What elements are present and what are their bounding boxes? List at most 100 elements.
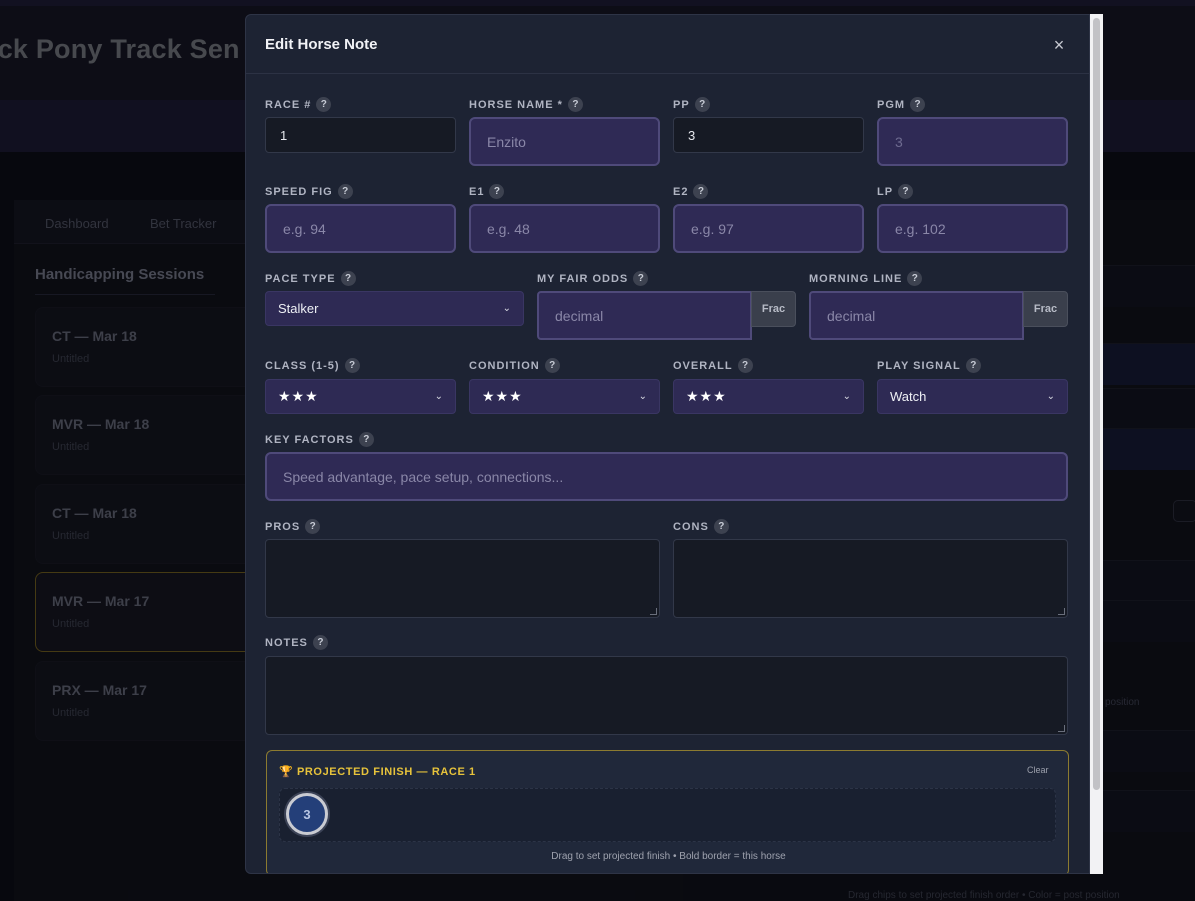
projected-finish-panel: 🏆 PROJECTED FINISH — RACE 1 Clear 3 Drag… (266, 750, 1069, 873)
key-factors-label-text: KEY FACTORS (265, 433, 354, 446)
fair-odds-label-text: MY FAIR ODDS (537, 272, 629, 285)
chevron-down-icon: ⌄ (842, 390, 851, 402)
help-icon[interactable]: ? (305, 519, 321, 534)
finish-drop-zone[interactable]: 3 (279, 788, 1056, 842)
help-icon[interactable]: ? (898, 184, 914, 199)
close-icon[interactable]: × (1049, 35, 1069, 55)
fair-odds-input[interactable]: decimal (537, 291, 752, 340)
horse-name-input[interactable]: Enzito (469, 117, 660, 166)
star-rating: ★★★ (482, 388, 523, 404)
pace-type-select[interactable]: Stalker ⌄ (265, 291, 524, 326)
resize-handle-icon[interactable] (650, 608, 657, 615)
help-icon[interactable]: ? (713, 519, 729, 534)
help-icon[interactable]: ? (489, 184, 505, 199)
e2-label: E2? (673, 184, 709, 199)
fair-odds-label: MY FAIR ODDS? (537, 271, 649, 286)
help-icon[interactable]: ? (567, 97, 583, 112)
clear-button[interactable]: Clear (1027, 765, 1049, 775)
pp-label-text: PP (673, 98, 690, 111)
projected-finish-hint: Drag to set projected finish • Bold bord… (551, 851, 786, 862)
e2-label-text: E2 (673, 185, 689, 198)
horse-name-label: HORSE NAME *? (469, 97, 583, 112)
e1-label-text: E1 (469, 185, 485, 198)
pace-type-value: Stalker (278, 301, 319, 316)
resize-handle-icon[interactable] (1058, 725, 1065, 732)
projected-finish-title: 🏆 PROJECTED FINISH — RACE 1 (279, 765, 476, 778)
pgm-label-text: PGM (877, 98, 906, 111)
help-icon[interactable]: ? (316, 97, 332, 112)
help-icon[interactable]: ? (633, 271, 649, 286)
speed-fig-label: SPEED FIG? (265, 184, 353, 199)
projected-finish-title-text: PROJECTED FINISH — RACE 1 (296, 766, 476, 778)
pp-label: PP? (673, 97, 710, 112)
help-icon[interactable]: ? (337, 184, 353, 199)
play-signal-select[interactable]: Watch ⌄ (877, 379, 1068, 414)
pace-type-label-text: PACE TYPE (265, 272, 336, 285)
help-icon[interactable]: ? (694, 97, 710, 112)
e1-input[interactable]: e.g. 48 (469, 204, 660, 253)
race-number-input[interactable]: 1 (265, 117, 456, 153)
overall-rating-select[interactable]: ★★★ ⌄ (673, 379, 864, 414)
overall-label-text: OVERALL (673, 359, 733, 372)
help-icon[interactable]: ? (312, 635, 328, 650)
help-icon[interactable]: ? (544, 358, 560, 373)
pgm-input[interactable]: 3 (877, 117, 1068, 166)
pros-label-text: PROS (265, 520, 301, 533)
play-signal-value: Watch (890, 389, 927, 404)
lp-label-text: LP (877, 185, 894, 198)
condition-label-text: CONDITION (469, 359, 540, 372)
pace-type-label: PACE TYPE? (265, 271, 356, 286)
morning-line-input[interactable]: decimal (809, 291, 1024, 340)
horse-chip[interactable]: 3 (286, 793, 328, 835)
key-factors-input[interactable]: Speed advantage, pace setup, connections… (265, 452, 1068, 501)
play-signal-label: PLAY SIGNAL? (877, 358, 981, 373)
chevron-down-icon: ⌄ (434, 390, 443, 402)
lp-input[interactable]: e.g. 102 (877, 204, 1068, 253)
notes-label: NOTES? (265, 635, 328, 650)
pp-input[interactable]: 3 (673, 117, 864, 153)
play-signal-label-text: PLAY SIGNAL (877, 359, 961, 372)
trophy-icon: 🏆 (279, 766, 294, 778)
speed-fig-label-text: SPEED FIG (265, 185, 333, 198)
overall-label: OVERALL? (673, 358, 753, 373)
pros-textarea[interactable] (265, 539, 660, 618)
help-icon[interactable]: ? (907, 271, 923, 286)
race-label-text: RACE # (265, 98, 312, 111)
class-rating-select[interactable]: ★★★ ⌄ (265, 379, 456, 414)
speed-fig-input[interactable]: e.g. 94 (265, 204, 456, 253)
edit-horse-note-modal: Edit Horse Note × RACE #? 1 HORSE NAME *… (245, 14, 1090, 874)
help-icon[interactable]: ? (340, 271, 356, 286)
pros-label: PROS? (265, 519, 321, 534)
cons-label: CONS? (673, 519, 729, 534)
notes-textarea[interactable] (265, 656, 1068, 735)
help-icon[interactable]: ? (965, 358, 981, 373)
condition-label: CONDITION? (469, 358, 560, 373)
morning-line-frac-toggle[interactable]: Frac (1023, 291, 1068, 327)
lp-label: LP? (877, 184, 914, 199)
pgm-label: PGM? (877, 97, 926, 112)
help-icon[interactable]: ? (737, 358, 753, 373)
class-label-text: CLASS (1-5) (265, 359, 340, 372)
chevron-down-icon: ⌄ (638, 390, 647, 402)
cons-textarea[interactable] (673, 539, 1068, 618)
star-rating: ★★★ (686, 388, 727, 404)
chevron-down-icon: ⌄ (502, 302, 511, 314)
help-icon[interactable]: ? (693, 184, 709, 199)
chevron-down-icon: ⌄ (1046, 390, 1055, 402)
help-icon[interactable]: ? (910, 97, 926, 112)
scrollbar-thumb[interactable] (1093, 18, 1100, 790)
fair-odds-frac-toggle[interactable]: Frac (751, 291, 796, 327)
cons-label-text: CONS (673, 520, 709, 533)
resize-handle-icon[interactable] (1058, 608, 1065, 615)
e2-input[interactable]: e.g. 97 (673, 204, 864, 253)
modal-title: Edit Horse Note (265, 36, 378, 53)
help-icon[interactable]: ? (344, 358, 360, 373)
help-icon[interactable]: ? (358, 432, 374, 447)
condition-rating-select[interactable]: ★★★ ⌄ (469, 379, 660, 414)
morning-line-label: MORNING LINE? (809, 271, 923, 286)
notes-label-text: NOTES (265, 636, 308, 649)
morning-line-label-text: MORNING LINE (809, 272, 903, 285)
horse-name-label-text: HORSE NAME * (469, 98, 563, 111)
modal-header: Edit Horse Note × (246, 15, 1089, 74)
race-label: RACE #? (265, 97, 332, 112)
